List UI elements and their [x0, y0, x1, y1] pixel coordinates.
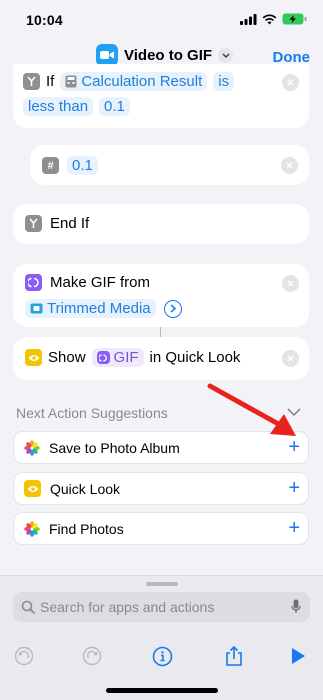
- photos-icon: [24, 439, 40, 456]
- condition-operator-continued[interactable]: less than: [23, 97, 94, 116]
- search-field[interactable]: Search for apps and actions: [13, 592, 310, 622]
- battery-charging-icon: [282, 13, 307, 25]
- status-bar: 10:04: [0, 0, 323, 40]
- suggestion-find-photos[interactable]: Find Photos +: [13, 512, 309, 545]
- wifi-icon: [262, 14, 277, 24]
- end-if-card[interactable]: End If: [13, 204, 309, 244]
- remove-action-icon[interactable]: [282, 74, 299, 91]
- make-gif-label: Make GIF from: [50, 274, 151, 291]
- share-icon: [226, 645, 242, 666]
- microphone-icon[interactable]: [291, 599, 301, 615]
- undo-icon: [14, 646, 34, 666]
- video-camera-icon: [96, 44, 118, 66]
- redo-button[interactable]: [80, 644, 104, 668]
- number-icon: #: [42, 157, 59, 174]
- gif-icon: [25, 274, 42, 291]
- if-action-card[interactable]: If Calculation Result is less than 0.1: [13, 64, 309, 128]
- eye-icon: [25, 349, 42, 366]
- chevron-down-icon[interactable]: [218, 47, 234, 63]
- add-action-button[interactable]: +: [288, 478, 300, 498]
- status-icons: [240, 13, 307, 25]
- suggestion-label: Save to Photo Album: [49, 439, 180, 456]
- status-time: 10:04: [26, 12, 63, 28]
- branch-icon: [23, 73, 40, 90]
- trimmed-media-token[interactable]: Trimmed Media: [25, 299, 156, 318]
- action-search-sheet: Search for apps and actions: [0, 575, 323, 700]
- gif-icon: [96, 351, 110, 364]
- suggestions-title: Next Action Suggestions: [16, 405, 168, 421]
- remove-action-icon[interactable]: [281, 157, 298, 174]
- suggestion-label: Find Photos: [49, 520, 124, 537]
- suggestion-label: Quick Look: [50, 480, 121, 497]
- condition-variable-token[interactable]: Calculation Result: [60, 72, 208, 91]
- info-button[interactable]: [150, 644, 174, 668]
- show-label: Show: [48, 349, 86, 366]
- suggestion-quick-look[interactable]: Quick Look +: [13, 472, 309, 505]
- eye-icon: [24, 480, 41, 497]
- chevron-right-circle-icon[interactable]: [163, 299, 182, 318]
- annotation-arrow: [207, 383, 296, 436]
- number-value-token[interactable]: 0.1: [67, 156, 98, 175]
- show-suffix: in Quick Look: [149, 349, 241, 366]
- if-keyword: If: [46, 73, 55, 90]
- calculator-icon: [65, 75, 77, 88]
- share-button[interactable]: [222, 644, 246, 668]
- shortcut-title: Video to GIF: [124, 46, 213, 64]
- remove-action-icon[interactable]: [282, 350, 299, 367]
- remove-action-icon[interactable]: [282, 275, 299, 292]
- search-input[interactable]: Search for apps and actions: [40, 599, 214, 615]
- run-button[interactable]: [286, 644, 310, 668]
- media-icon: [30, 303, 43, 314]
- info-icon: [152, 646, 172, 666]
- gif-variable-label: GIF: [113, 349, 139, 366]
- redo-icon: [82, 646, 102, 666]
- condition-value-token[interactable]: 0.1: [99, 97, 130, 116]
- undo-button[interactable]: [12, 644, 36, 668]
- play-icon: [292, 648, 305, 664]
- shortcut-title-menu[interactable]: Video to GIF: [96, 44, 234, 66]
- number-action-card[interactable]: # 0.1: [30, 145, 309, 185]
- gif-variable-token[interactable]: GIF: [91, 348, 144, 367]
- cellular-signal-icon: [240, 13, 257, 25]
- branch-icon: [25, 215, 42, 232]
- flow-connector: [160, 327, 161, 337]
- show-quick-look-action-card[interactable]: Show GIF in Quick Look: [13, 337, 309, 380]
- photos-icon: [24, 520, 40, 537]
- make-gif-action-card[interactable]: Make GIF from Trimmed Media: [13, 264, 309, 327]
- condition-operator-token[interactable]: is: [213, 72, 235, 91]
- search-icon: [21, 600, 35, 614]
- add-action-button[interactable]: +: [288, 518, 300, 538]
- condition-variable-label: Calculation Result: [81, 73, 203, 90]
- trimmed-media-label: Trimmed Media: [47, 300, 151, 317]
- home-indicator: [106, 688, 218, 693]
- end-if-label: End If: [50, 215, 90, 232]
- sheet-grabber[interactable]: [146, 582, 178, 586]
